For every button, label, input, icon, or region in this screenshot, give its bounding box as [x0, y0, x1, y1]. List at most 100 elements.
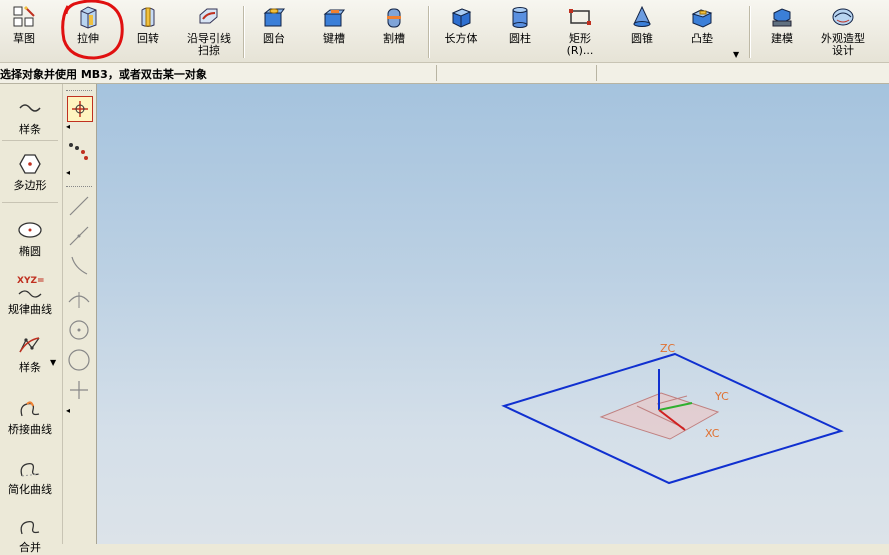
work-plane-view: ZC YC XC: [501, 342, 844, 485]
extrude-icon: [80, 6, 97, 29]
sketch-label: 草图: [13, 32, 35, 45]
status-divider: [436, 65, 437, 81]
ellipse-button[interactable]: 椭圆: [0, 218, 60, 259]
cone-label: 圆锥: [631, 32, 653, 45]
extrude-button[interactable]: 拉伸: [66, 2, 110, 60]
line-point-point-icon[interactable]: [67, 224, 91, 248]
spline-label: 样条: [19, 123, 41, 136]
toolbar-separator: [749, 6, 751, 58]
simplify-curve-label: 简化曲线: [8, 483, 52, 496]
slot-label: 键槽: [323, 32, 345, 45]
pad-label: 凸垫: [691, 32, 713, 45]
point-set-icon[interactable]: [67, 140, 91, 164]
cue-message: 选择对象并使用 MB3，或者双击某一对象: [0, 68, 207, 81]
sweep-along-guide-icon: [199, 8, 218, 24]
sweep-along-guide-label: 沿导引线 扫掠: [187, 32, 231, 57]
join-curve-button[interactable]: 合并: [0, 514, 60, 555]
arc-icon[interactable]: [67, 254, 91, 278]
strip-grip: [66, 186, 92, 188]
ellipse-icon: [18, 222, 42, 238]
shape-studio-label: 外观造型 设计: [821, 32, 865, 57]
extrude-label: 拉伸: [77, 32, 99, 45]
block-button[interactable]: 长方体: [438, 2, 484, 60]
revolve-label: 回转: [137, 32, 159, 45]
cone-button[interactable]: 圆锥: [620, 2, 664, 60]
curve-tools-strip: ◂ ◂ ◂: [63, 84, 97, 544]
graphics-window[interactable]: ZC YC XC: [97, 84, 889, 544]
simplify-curve-icon: [20, 462, 40, 477]
panel-separator: [2, 202, 58, 203]
modeling-button[interactable]: 建模: [760, 2, 804, 60]
polygon-button[interactable]: 多边形: [0, 152, 60, 193]
spline-edit-button[interactable]: 样条: [0, 334, 60, 375]
law-curve-label: 规律曲线: [8, 303, 52, 316]
cylinder-icon: [512, 7, 528, 28]
modeling-icon: [772, 8, 792, 27]
law-curve-icon-text: XYZ=: [17, 276, 45, 286]
boss-label: 圆台: [263, 32, 285, 45]
point-constructor-icon[interactable]: [67, 96, 93, 122]
law-curve-button[interactable]: XYZ= 规律曲线: [0, 276, 60, 317]
toolbar-separator: [428, 6, 430, 58]
circle-icon[interactable]: [67, 348, 91, 372]
block-icon: [451, 8, 472, 28]
rectangle-button[interactable]: 矩形 (R)...: [558, 2, 602, 60]
zc-axis-label: ZC: [660, 342, 676, 355]
spline-icon: [19, 104, 41, 112]
feature-toolbar: 草图 拉伸 回转 沿导引线 扫掠 圆台 键槽 割槽 长方体 圆柱 矩形 (R).…: [0, 0, 889, 63]
point-icon[interactable]: [67, 378, 91, 402]
arc-center-icon[interactable]: [67, 286, 91, 310]
sketch-button[interactable]: 草图: [2, 2, 46, 60]
bridge-curve-button[interactable]: 桥接曲线: [0, 396, 60, 437]
join-curve-label: 合并: [19, 541, 41, 554]
ellipse-label: 椭圆: [19, 245, 41, 258]
modeling-label: 建模: [771, 32, 793, 45]
revolve-button[interactable]: 回转: [128, 2, 168, 60]
pad-icon: [691, 9, 713, 28]
sketch-icon: [13, 5, 35, 27]
point-dropdown-arrow[interactable]: ◂: [66, 122, 70, 131]
status-divider: [596, 65, 597, 81]
shape-studio-icon: [832, 8, 854, 26]
boss-button[interactable]: 圆台: [252, 2, 296, 60]
join-curve-icon: [20, 520, 40, 535]
yc-axis-label: YC: [714, 390, 729, 403]
cone-icon: [633, 5, 651, 27]
law-curve-icon: XYZ=: [15, 276, 45, 300]
shape-studio-button[interactable]: 外观造型 设计: [814, 2, 872, 60]
xc-axis-label: XC: [705, 427, 720, 440]
point-set-dropdown-arrow[interactable]: ◂: [66, 168, 70, 177]
circle-center-icon[interactable]: [67, 318, 91, 342]
boss-icon: [263, 8, 285, 27]
curve-tools-dropdown-arrow[interactable]: ◂: [66, 406, 70, 415]
panel-separator: [2, 140, 58, 141]
rectangle-label: 矩形 (R)...: [566, 32, 594, 57]
cylinder-button[interactable]: 圆柱: [500, 2, 540, 60]
simplify-curve-button[interactable]: 简化曲线: [0, 456, 60, 497]
cue-line: 选择对象并使用 MB3，或者双击某一对象: [0, 63, 889, 84]
slot-icon: [323, 9, 345, 27]
slot-button[interactable]: 键槽: [312, 2, 356, 60]
line-icon[interactable]: [67, 194, 91, 218]
groove-button[interactable]: 割槽: [372, 2, 416, 60]
spline-edit-icon: [19, 337, 40, 353]
pad-button[interactable]: 凸垫: [680, 2, 724, 60]
toolbar-overflow-arrow[interactable]: ▼: [733, 50, 739, 59]
strip-grip: [66, 90, 92, 92]
curve-toolbar: 样条 多边形 椭圆 XYZ= 规律曲线 样条 ▼ 桥接曲线 简化曲线 合并: [0, 84, 63, 554]
law-curve-wave-icon: [18, 290, 42, 298]
polygon-icon: [19, 154, 41, 174]
block-label: 长方体: [444, 32, 478, 45]
bridge-curve-label: 桥接曲线: [8, 423, 52, 436]
revolve-icon: [141, 7, 155, 27]
rectangle-icon: [569, 9, 591, 25]
polygon-label: 多边形: [13, 179, 47, 192]
spline-button[interactable]: 样条: [0, 96, 60, 137]
sweep-along-guide-button[interactable]: 沿导引线 扫掠: [178, 2, 240, 60]
toolbar-separator: [243, 6, 245, 58]
groove-label: 割槽: [383, 32, 405, 45]
cylinder-label: 圆柱: [509, 32, 531, 45]
bridge-curve-icon: [20, 401, 40, 417]
spline-dropdown-arrow[interactable]: ▼: [50, 358, 56, 367]
groove-icon: [387, 8, 401, 28]
